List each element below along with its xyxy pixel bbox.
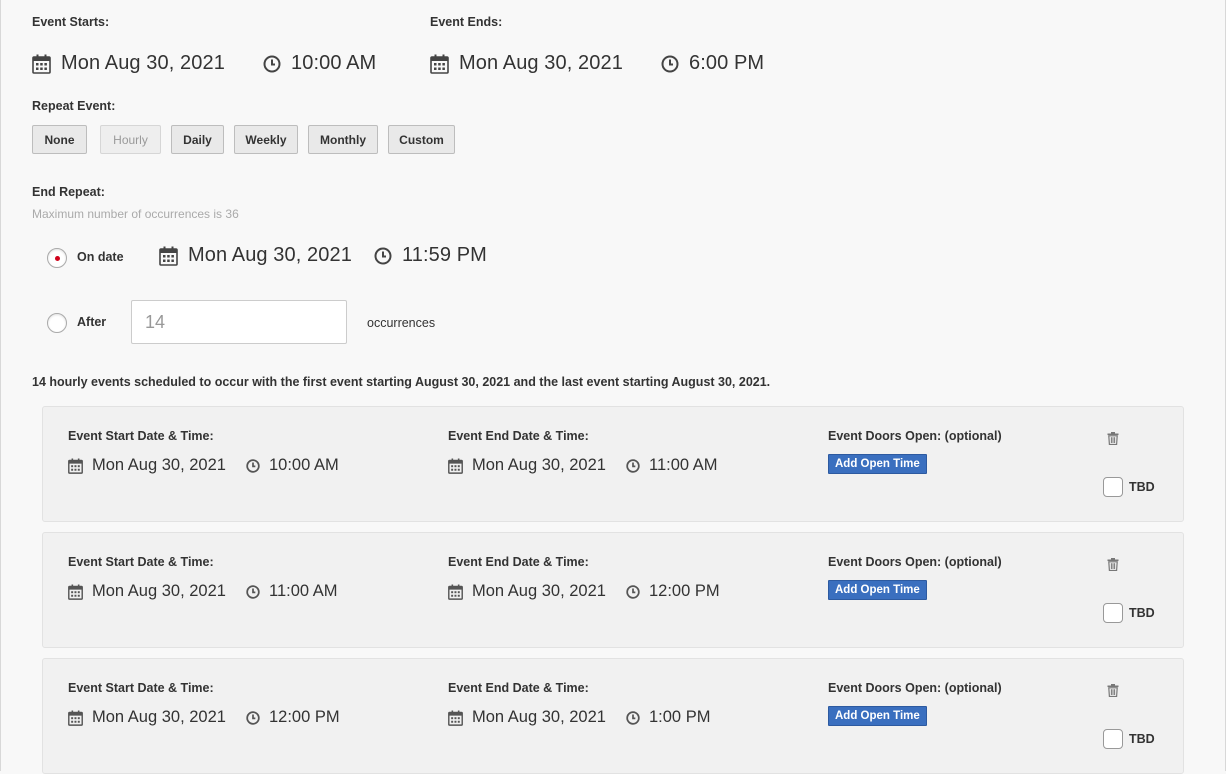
add-open-time-button[interactable]: Add Open Time [828, 706, 927, 726]
calendar-icon [448, 710, 463, 726]
clock-icon [263, 55, 281, 72]
occurrences-input[interactable] [131, 300, 347, 344]
tbd-checkbox[interactable] [1103, 729, 1123, 749]
end-repeat-time: 11:59 PM [402, 244, 487, 266]
occurrence-end-time-picker[interactable]: 11:00 AM [626, 456, 718, 475]
event-end-time: 6:00 PM [689, 52, 765, 74]
clock-icon [626, 710, 640, 725]
tbd-label: TBD [1129, 606, 1155, 620]
occurrence-end-date: Mon Aug 30, 2021 [472, 582, 606, 600]
repeat-hourly-button[interactable]: Hourly [100, 125, 161, 154]
trash-icon[interactable] [1107, 558, 1119, 571]
clock-icon [374, 247, 392, 264]
calendar-icon [68, 584, 83, 600]
event-schedule-form: Event Starts: Mon Aug 30, 2021 10:00 AM … [0, 0, 1226, 774]
calendar-icon [68, 710, 83, 726]
occurrences-label: occurrences [367, 316, 436, 330]
repeat-custom-button[interactable]: Custom [388, 125, 455, 154]
tbd-checkbox[interactable] [1103, 603, 1123, 623]
occurrence-end-date: Mon Aug 30, 2021 [472, 456, 606, 474]
occurrence-start-time: 10:00 AM [269, 456, 339, 474]
occurrence-start-label: Event Start Date & Time: [68, 681, 214, 695]
clock-icon [626, 458, 640, 473]
occurrence-start-date: Mon Aug 30, 2021 [92, 582, 226, 600]
repeat-none-button[interactable]: None [32, 125, 87, 154]
trash-icon[interactable] [1107, 432, 1119, 445]
doors-open-label: Event Doors Open: (optional) [828, 681, 1002, 695]
tbd-checkbox[interactable] [1103, 477, 1123, 497]
occurrence-end-date: Mon Aug 30, 2021 [472, 708, 606, 726]
event-end-date-picker[interactable]: Mon Aug 30, 2021 [430, 52, 623, 75]
occurrence-start-date-picker[interactable]: Mon Aug 30, 2021 [68, 708, 226, 727]
occurrence-end-date-picker[interactable]: Mon Aug 30, 2021 [448, 456, 606, 475]
occurrence-start-date-picker[interactable]: Mon Aug 30, 2021 [68, 456, 226, 475]
tbd-label: TBD [1129, 732, 1155, 746]
max-occurrences-hint: Maximum number of occurrences is 36 [32, 207, 239, 221]
add-open-time-button[interactable]: Add Open Time [828, 580, 927, 600]
event-end-time-picker[interactable]: 6:00 PM [661, 52, 764, 75]
repeat-weekly-button[interactable]: Weekly [234, 125, 298, 154]
end-repeat-label: End Repeat: [32, 185, 105, 199]
occurrence-start-time-picker[interactable]: 12:00 PM [246, 708, 340, 727]
occurrence-start-label: Event Start Date & Time: [68, 429, 214, 443]
occurrence-start-time-picker[interactable]: 11:00 AM [246, 582, 338, 601]
add-open-time-button[interactable]: Add Open Time [828, 454, 927, 474]
event-starts-label: Event Starts: [32, 15, 110, 29]
calendar-icon [68, 458, 83, 474]
doors-open-label: Event Doors Open: (optional) [828, 555, 1002, 569]
occurrence-end-label: Event End Date & Time: [448, 429, 589, 443]
clock-icon [246, 584, 260, 599]
repeat-event-label: Repeat Event: [32, 99, 116, 113]
calendar-icon [159, 246, 178, 266]
tbd-label: TBD [1129, 480, 1155, 494]
occurrence-end-label: Event End Date & Time: [448, 555, 589, 569]
event-end-date: Mon Aug 30, 2021 [459, 52, 623, 74]
event-start-date-picker[interactable]: Mon Aug 30, 2021 [32, 52, 225, 75]
occurrence-end-date-picker[interactable]: Mon Aug 30, 2021 [448, 708, 606, 727]
occurrence-start-date-picker[interactable]: Mon Aug 30, 2021 [68, 582, 226, 601]
repeat-monthly-button[interactable]: Monthly [308, 125, 378, 154]
occurrence-card: Event Start Date & Time: Mon Aug 30, 202… [42, 658, 1184, 774]
event-start-time-picker[interactable]: 10:00 AM [263, 52, 376, 75]
occurrence-start-label: Event Start Date & Time: [68, 555, 214, 569]
calendar-icon [430, 54, 449, 74]
occurrence-start-date: Mon Aug 30, 2021 [92, 456, 226, 474]
end-repeat-on-date-radio[interactable] [47, 248, 67, 268]
on-date-label: On date [77, 250, 124, 264]
calendar-icon [448, 584, 463, 600]
occurrence-card: Event Start Date & Time: Mon Aug 30, 202… [42, 532, 1184, 648]
occurrence-end-time: 11:00 AM [649, 456, 718, 474]
clock-icon [246, 710, 260, 725]
event-start-time: 10:00 AM [291, 52, 377, 74]
occurrence-start-time: 11:00 AM [269, 582, 338, 600]
occurrence-end-time: 12:00 PM [649, 582, 720, 600]
clock-icon [246, 458, 260, 473]
after-label: After [77, 315, 107, 329]
end-repeat-after-radio[interactable] [47, 313, 67, 333]
occurrence-end-time: 1:00 PM [649, 708, 711, 726]
clock-icon [626, 584, 640, 599]
occurrence-end-time-picker[interactable]: 12:00 PM [626, 582, 720, 601]
occurrence-end-date-picker[interactable]: Mon Aug 30, 2021 [448, 582, 606, 601]
occurrence-end-time-picker[interactable]: 1:00 PM [626, 708, 710, 727]
schedule-summary: 14 hourly events scheduled to occur with… [32, 375, 771, 389]
trash-icon[interactable] [1107, 684, 1119, 697]
calendar-icon [32, 54, 51, 74]
occurrence-card: Event Start Date & Time: Mon Aug 30, 202… [42, 406, 1184, 522]
occurrence-start-time: 12:00 PM [269, 708, 340, 726]
occurrence-start-time-picker[interactable]: 10:00 AM [246, 456, 339, 475]
end-repeat-time-picker[interactable]: 11:59 PM [374, 244, 487, 267]
doors-open-label: Event Doors Open: (optional) [828, 429, 1002, 443]
repeat-daily-button[interactable]: Daily [171, 125, 224, 154]
occurrence-end-label: Event End Date & Time: [448, 681, 589, 695]
clock-icon [661, 55, 679, 72]
event-start-date: Mon Aug 30, 2021 [61, 52, 225, 74]
end-repeat-date-picker[interactable]: Mon Aug 30, 2021 [159, 244, 352, 267]
occurrence-start-date: Mon Aug 30, 2021 [92, 708, 226, 726]
end-repeat-date: Mon Aug 30, 2021 [188, 244, 352, 266]
calendar-icon [448, 458, 463, 474]
event-ends-label: Event Ends: [430, 15, 503, 29]
